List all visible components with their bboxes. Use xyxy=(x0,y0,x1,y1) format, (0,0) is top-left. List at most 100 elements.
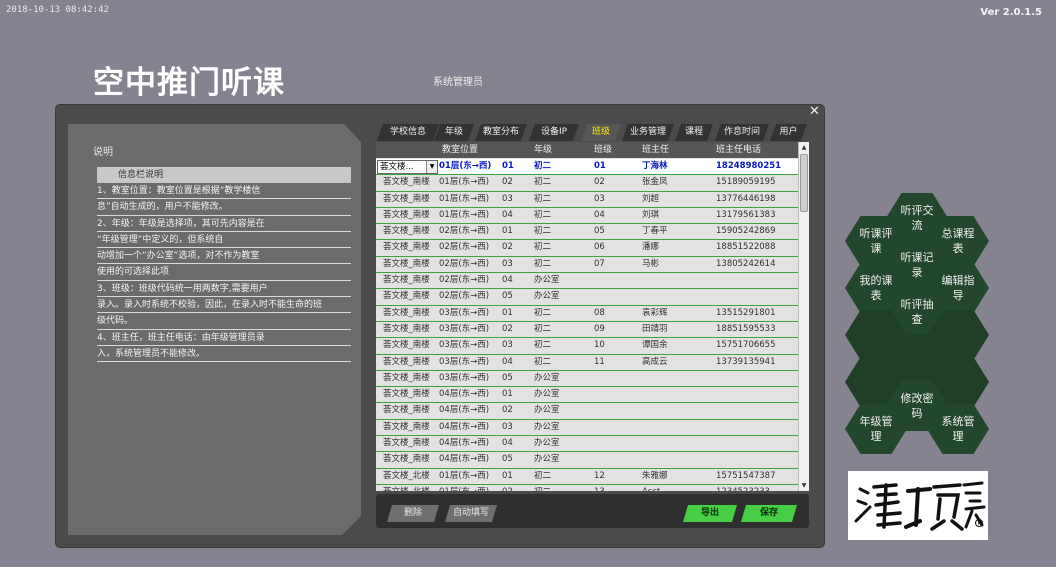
cell-building: 荟文楼_南楼 xyxy=(383,242,430,253)
cell-building: 荟文楼_南楼 xyxy=(383,323,430,334)
column-header[interactable]: 年级 xyxy=(534,142,552,155)
table-row[interactable]: 荟文楼_南楼 04层(东→西) 04 办公室 xyxy=(376,436,798,453)
close-icon[interactable]: ✕ xyxy=(809,105,820,118)
table-row[interactable]: 荟文楼_南楼 03层(东→西) 02 初二 09 田靖羽 18851595533 xyxy=(376,322,798,339)
tab-course[interactable]: 课程 xyxy=(675,124,713,141)
column-header[interactable]: 班级 xyxy=(594,142,612,155)
scroll-down-icon[interactable]: ▼ xyxy=(799,480,809,491)
tab-bar: 学校信息 年级 教室分布 设备IP 班级 业务管理 课程 作息时间 用户 xyxy=(377,124,807,141)
table-row[interactable]: 荟文楼_南楼 02层(东→西) 01 初二 05 丁春平 15905242869 xyxy=(376,224,798,241)
cell-class: 07 xyxy=(594,258,605,269)
cell-building: 荟文楼_南楼 xyxy=(383,193,430,204)
cell-room: 03 xyxy=(502,340,513,351)
table-row[interactable]: 荟文楼_南楼 03层(东→西) 04 初二 11 高成云 13739135941 xyxy=(376,355,798,371)
tab-device-ip[interactable]: 设备IP xyxy=(529,124,579,141)
cell-location: 02层(东→西) xyxy=(439,258,490,269)
table-row[interactable]: 荟文楼_南楼 02层(东→西) 02 初二 06 潘娜 18851522088 xyxy=(376,240,798,257)
table-row[interactable]: 荟文楼_北楼 01层(东→西) 01 初二 12 朱雅娜 15751547387 xyxy=(376,469,798,485)
cell-class: 01 xyxy=(594,161,606,171)
info-line: 1、教室位置：教室位置是根据“教学楼信 xyxy=(97,183,351,200)
info-panel: 说明 信息栏说明 1、教室位置：教室位置是根据“教学楼信 息”自动生成的，用户不… xyxy=(68,124,361,535)
cell-phone: 15189059195 xyxy=(716,177,776,188)
table-row[interactable]: 荟文楼_北楼 01层(东→西) 02 初二 13 Acct 1234523233 xyxy=(376,485,798,491)
cell-phone: 15751706655 xyxy=(716,340,776,351)
cell-location: 03层(东→西) xyxy=(439,323,490,334)
cell-grade: 办公室 xyxy=(534,389,560,400)
tab-classroom-layout[interactable]: 教室分布 xyxy=(475,124,527,141)
table-row[interactable]: 荟文楼_南楼 02层(东→西) 04 办公室 xyxy=(376,273,798,290)
cell-grade: 办公室 xyxy=(534,438,560,449)
cell-grade: 初二 xyxy=(534,193,552,204)
column-header[interactable]: 班主任 xyxy=(642,142,669,155)
cell-building: 荟文楼_南楼 xyxy=(383,405,430,416)
chevron-down-icon[interactable]: ▼ xyxy=(426,161,437,173)
cell-class: 04 xyxy=(594,209,605,220)
cell-grade: 办公室 xyxy=(534,372,560,383)
table-row[interactable]: 荟文楼_南楼 04层(东→西) 01 办公室 xyxy=(376,387,798,404)
info-line: 3、班级：班级代码统一用两数字,需要用户 xyxy=(97,281,351,298)
table-row[interactable]: 荟文楼_南楼 01层(东→西) 02 初二 02 张金凤 15189059195 xyxy=(376,175,798,192)
cell-room: 02 xyxy=(502,177,513,188)
scroll-thumb[interactable] xyxy=(800,154,808,212)
class-table: 教室位置 年级 班级 班主任 班主任电话 01层(东→西) 01 初二 01 丁海林 18… xyxy=(376,142,809,491)
cell-room: 02 xyxy=(502,405,513,416)
save-button[interactable]: 保存 xyxy=(741,505,797,522)
info-line: 录入。录入时系统不校验，因此，在录入时不能生命的班 xyxy=(97,297,351,314)
tab-grade[interactable]: 年级 xyxy=(434,124,474,141)
cell-location: 02层(东→西) xyxy=(439,291,490,302)
cell-phone: 13179561383 xyxy=(716,209,776,220)
cell-room: 04 xyxy=(502,209,513,220)
cell-location: 03层(东→西) xyxy=(439,356,490,367)
cell-location: 01层(东→西) xyxy=(439,209,490,220)
cell-building: 荟文楼_南楼 xyxy=(383,389,430,400)
cell-location: 02层(东→西) xyxy=(439,226,490,237)
export-button[interactable]: 导出 xyxy=(683,505,737,522)
cell-phone: 13515291801 xyxy=(716,307,776,318)
vertical-scrollbar[interactable]: ▲ ▼ xyxy=(798,142,809,491)
cell-room: 02 xyxy=(502,323,513,334)
autofill-button[interactable]: 自动填写 xyxy=(445,505,497,522)
table-row[interactable]: 荟文楼_南楼 04层(东→西) 05 办公室 xyxy=(376,452,798,469)
cell-class: 09 xyxy=(594,323,605,334)
delete-button[interactable]: 删除 xyxy=(387,505,439,522)
building-dropdown[interactable]: 荟文楼... ▼ xyxy=(377,160,438,174)
table-row[interactable]: 荟文楼_南楼 04层(东→西) 03 办公室 xyxy=(376,420,798,437)
table-rows: 01层(东→西) 01 初二 01 丁海林 18248980251 荟文楼... ▼ 荟文楼_南… xyxy=(376,159,798,491)
cell-grade: 办公室 xyxy=(534,421,560,432)
cell-room: 04 xyxy=(502,356,513,367)
table-row[interactable]: 荟文楼_南楼 01层(东→西) 04 初二 04 刘琪 13179561383 xyxy=(376,208,798,225)
scroll-up-icon[interactable]: ▲ xyxy=(799,142,809,153)
cell-location: 01层(东→西) xyxy=(439,177,490,188)
tab-user[interactable]: 用户 xyxy=(770,124,807,141)
table-row[interactable]: 荟文楼_南楼 03层(东→西) 01 初二 08 袁彩辉 13515291801 xyxy=(376,306,798,322)
cell-room: 01 xyxy=(502,307,513,318)
cell-grade: 办公室 xyxy=(534,291,560,302)
cell-class: 05 xyxy=(594,226,605,237)
cell-teacher: 刘超 xyxy=(642,193,660,204)
table-row[interactable]: 荟文楼_南楼 03层(东→西) 05 办公室 xyxy=(376,371,798,388)
table-row[interactable]: 荟文楼_南楼 02层(东→西) 03 初二 07 马彬 13805242614 xyxy=(376,257,798,274)
column-header[interactable]: 班主任电话 xyxy=(716,142,761,155)
tab-school-info[interactable]: 学校信息 xyxy=(377,124,439,141)
cell-room: 01 xyxy=(502,389,513,400)
tab-business[interactable]: 业务管理 xyxy=(622,124,674,141)
cell-room: 01 xyxy=(502,226,513,237)
tab-class[interactable]: 班级 xyxy=(581,124,621,141)
cell-teacher: 丁海林 xyxy=(642,161,668,171)
table-row[interactable]: 荟文楼_南楼 01层(东→西) 03 初二 03 刘超 13776446198 xyxy=(376,192,798,208)
cell-grade: 初二 xyxy=(534,307,552,318)
cell-class: 13 xyxy=(594,485,605,491)
cell-phone: 18851522088 xyxy=(716,242,776,253)
cell-location: 03层(东→西) xyxy=(439,340,490,351)
table-row[interactable]: 荟文楼_南楼 04层(东→西) 02 办公室 xyxy=(376,403,798,420)
table-row[interactable]: 01层(东→西) 01 初二 01 丁海林 18248980251 荟文楼... ▼ xyxy=(376,159,798,176)
dropdown-value: 荟文楼... xyxy=(380,162,414,172)
cell-teacher: 马彬 xyxy=(642,258,660,269)
cell-building: 荟文楼_北楼 xyxy=(383,470,430,481)
cell-building: 荟文楼_南楼 xyxy=(383,454,430,465)
table-row[interactable]: 荟文楼_南楼 02层(东→西) 05 办公室 xyxy=(376,289,798,306)
table-row[interactable]: 荟文楼_南楼 03层(东→西) 03 初二 10 谭国余 15751706655 xyxy=(376,338,798,355)
cell-room: 01 xyxy=(502,470,513,481)
column-header[interactable]: 教室位置 xyxy=(442,142,478,155)
tab-schedule-time[interactable]: 作息时间 xyxy=(715,124,769,141)
